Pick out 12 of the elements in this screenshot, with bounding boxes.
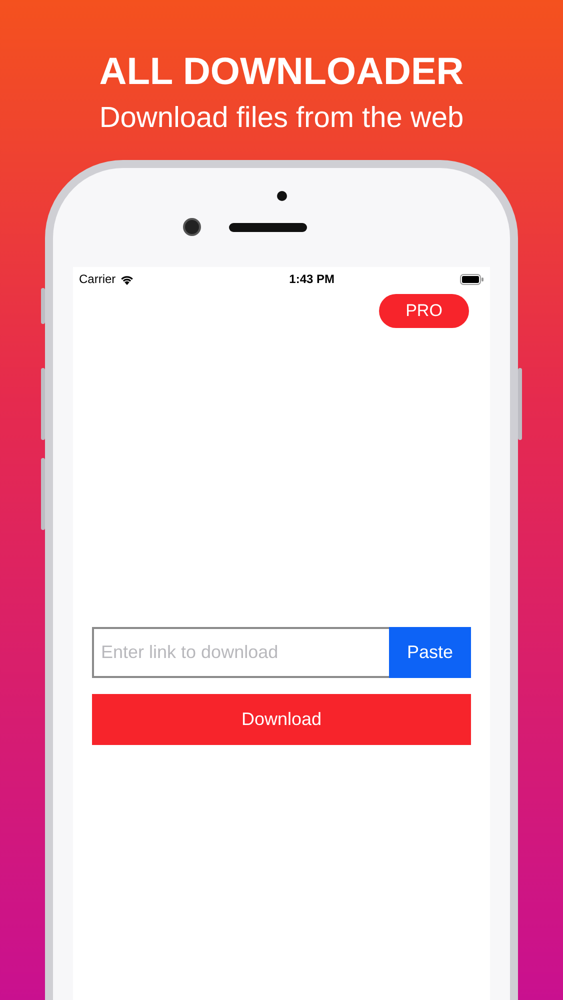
wifi-icon xyxy=(120,274,134,284)
pro-button[interactable]: PRO xyxy=(379,294,469,328)
headline: ALL DOWNLOADER xyxy=(99,50,464,94)
subtitle: Download files from the web xyxy=(99,101,464,136)
battery-icon xyxy=(460,274,484,284)
camera-lens xyxy=(182,218,200,236)
link-input-field[interactable]: Enter link to download xyxy=(92,627,389,678)
download-button[interactable]: Download xyxy=(92,694,471,745)
paste-button[interactable]: Paste xyxy=(389,627,471,678)
status-time: 1:43 PM xyxy=(289,272,335,286)
carrier-label: Carrier xyxy=(79,272,116,286)
sensor-dot xyxy=(276,191,286,201)
